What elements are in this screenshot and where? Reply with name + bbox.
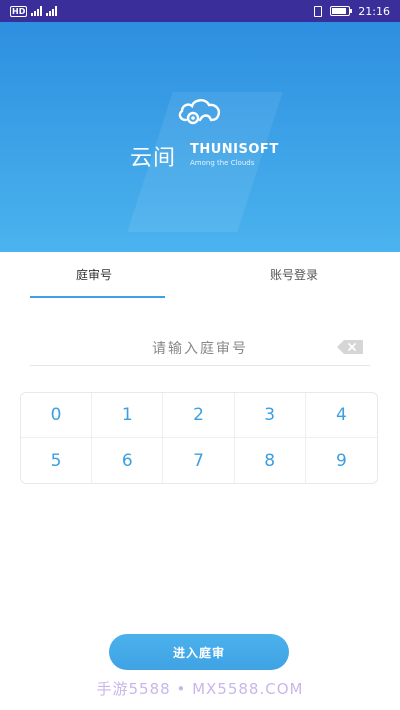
key-0[interactable]: 0 xyxy=(21,393,93,438)
enter-trial-button[interactable]: 进入庭审 xyxy=(109,634,289,670)
hd-badge: HD xyxy=(10,5,28,17)
key-5[interactable]: 5 xyxy=(21,438,93,483)
input-placeholder: 请输入庭审号 xyxy=(152,341,248,357)
tab-account-login[interactable]: 账号登录 xyxy=(270,266,318,283)
logo-tagline: Among the Clouds xyxy=(190,159,255,167)
signal-icon xyxy=(31,6,43,16)
status-left: HD xyxy=(10,5,58,17)
status-time: 21:16 xyxy=(358,4,390,18)
signal-icon-2 xyxy=(46,6,58,16)
backspace-icon[interactable] xyxy=(336,339,364,355)
vibrate-icon xyxy=(314,5,323,17)
watermark: 手游5588 • MX5588.COM xyxy=(96,680,304,698)
status-right: 21:16 xyxy=(314,5,390,18)
hero-banner: 云间 THUNISOFT Among the Clouds xyxy=(0,22,400,252)
number-keypad: 0 1 2 3 4 5 6 7 8 9 xyxy=(20,392,378,484)
login-tabs: 庭审号 账号登录 xyxy=(0,252,400,300)
key-8[interactable]: 8 xyxy=(235,438,306,483)
key-9[interactable]: 9 xyxy=(306,438,377,483)
key-4[interactable]: 4 xyxy=(305,393,377,438)
key-1[interactable]: 1 xyxy=(92,393,164,438)
status-bar: HD 21:16 xyxy=(0,0,400,22)
logo-chinese-name: 云间 xyxy=(130,146,177,171)
cloud-logo-icon xyxy=(178,99,221,125)
logo-english-name: THUNISOFT xyxy=(190,142,279,157)
tab-court-number[interactable]: 庭审号 xyxy=(76,266,112,283)
battery-icon xyxy=(330,6,353,16)
key-2[interactable]: 2 xyxy=(163,393,235,438)
key-7[interactable]: 7 xyxy=(163,438,235,483)
key-3[interactable]: 3 xyxy=(234,393,306,438)
active-tab-indicator xyxy=(30,296,165,298)
key-6[interactable]: 6 xyxy=(92,438,164,483)
court-number-input[interactable]: 请输入庭审号 xyxy=(30,330,370,366)
